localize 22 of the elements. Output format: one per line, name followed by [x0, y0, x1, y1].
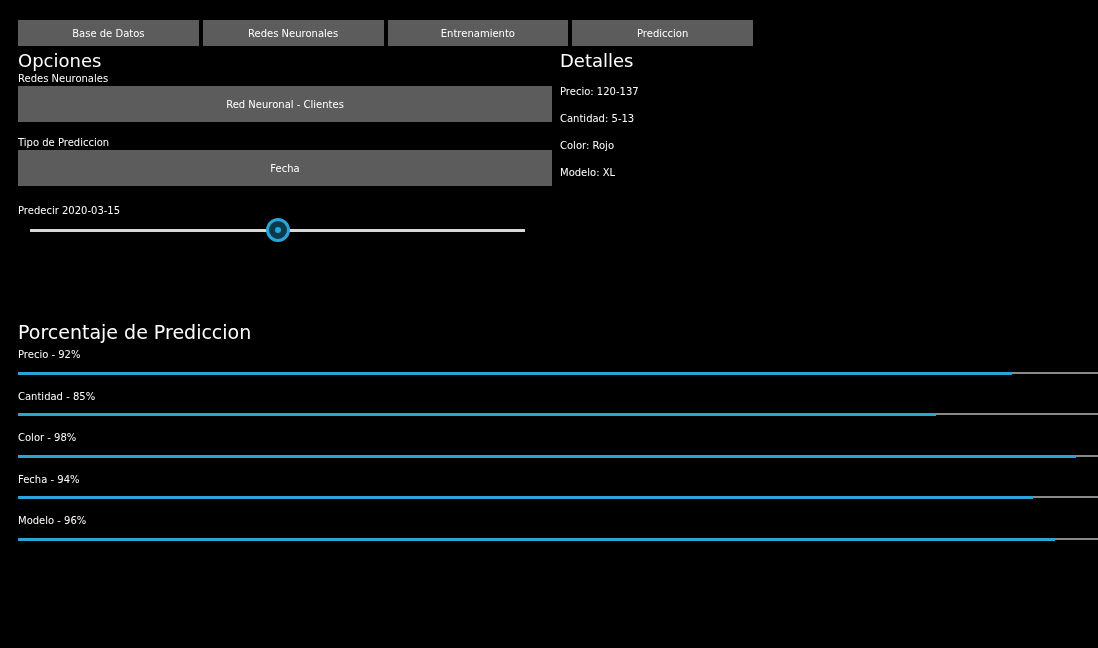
tab[interactable]: Entrenamiento: [387, 20, 569, 46]
type-label: Tipo de Prediccion: [18, 136, 111, 150]
tab[interactable]: Redes Neuronales: [202, 20, 384, 46]
progress-label: Modelo - 96%: [18, 514, 88, 528]
progress-label: Cantidad - 85%: [18, 389, 97, 404]
network-button[interactable]: Red Neuronal - Clientes: [18, 86, 552, 122]
detail-text: Precio: 120-137: [560, 85, 639, 99]
progress-label: Color - 98%: [18, 431, 78, 445]
tab[interactable]: Base de Datos: [18, 20, 199, 46]
tab[interactable]: Prediccion: [572, 20, 753, 46]
type-button[interactable]: Fecha: [18, 150, 552, 186]
slider-label: Predecir 2020-03-15: [18, 204, 122, 218]
detail-text: Modelo: XL: [560, 166, 617, 180]
detail-text: Color: Rojo: [560, 139, 615, 153]
progress-label: Precio - 92%: [18, 348, 82, 362]
progress-label: Fecha - 94%: [18, 472, 81, 487]
network-label: Redes Neuronales: [18, 72, 110, 86]
details-title: Detalles: [560, 50, 635, 72]
options-title: Opciones: [18, 50, 103, 72]
slider-thumb[interactable]: [265, 218, 290, 242]
prediction-title: Porcentaje de Prediccion: [18, 320, 253, 344]
detail-text: Cantidad: 5-13: [560, 112, 636, 126]
